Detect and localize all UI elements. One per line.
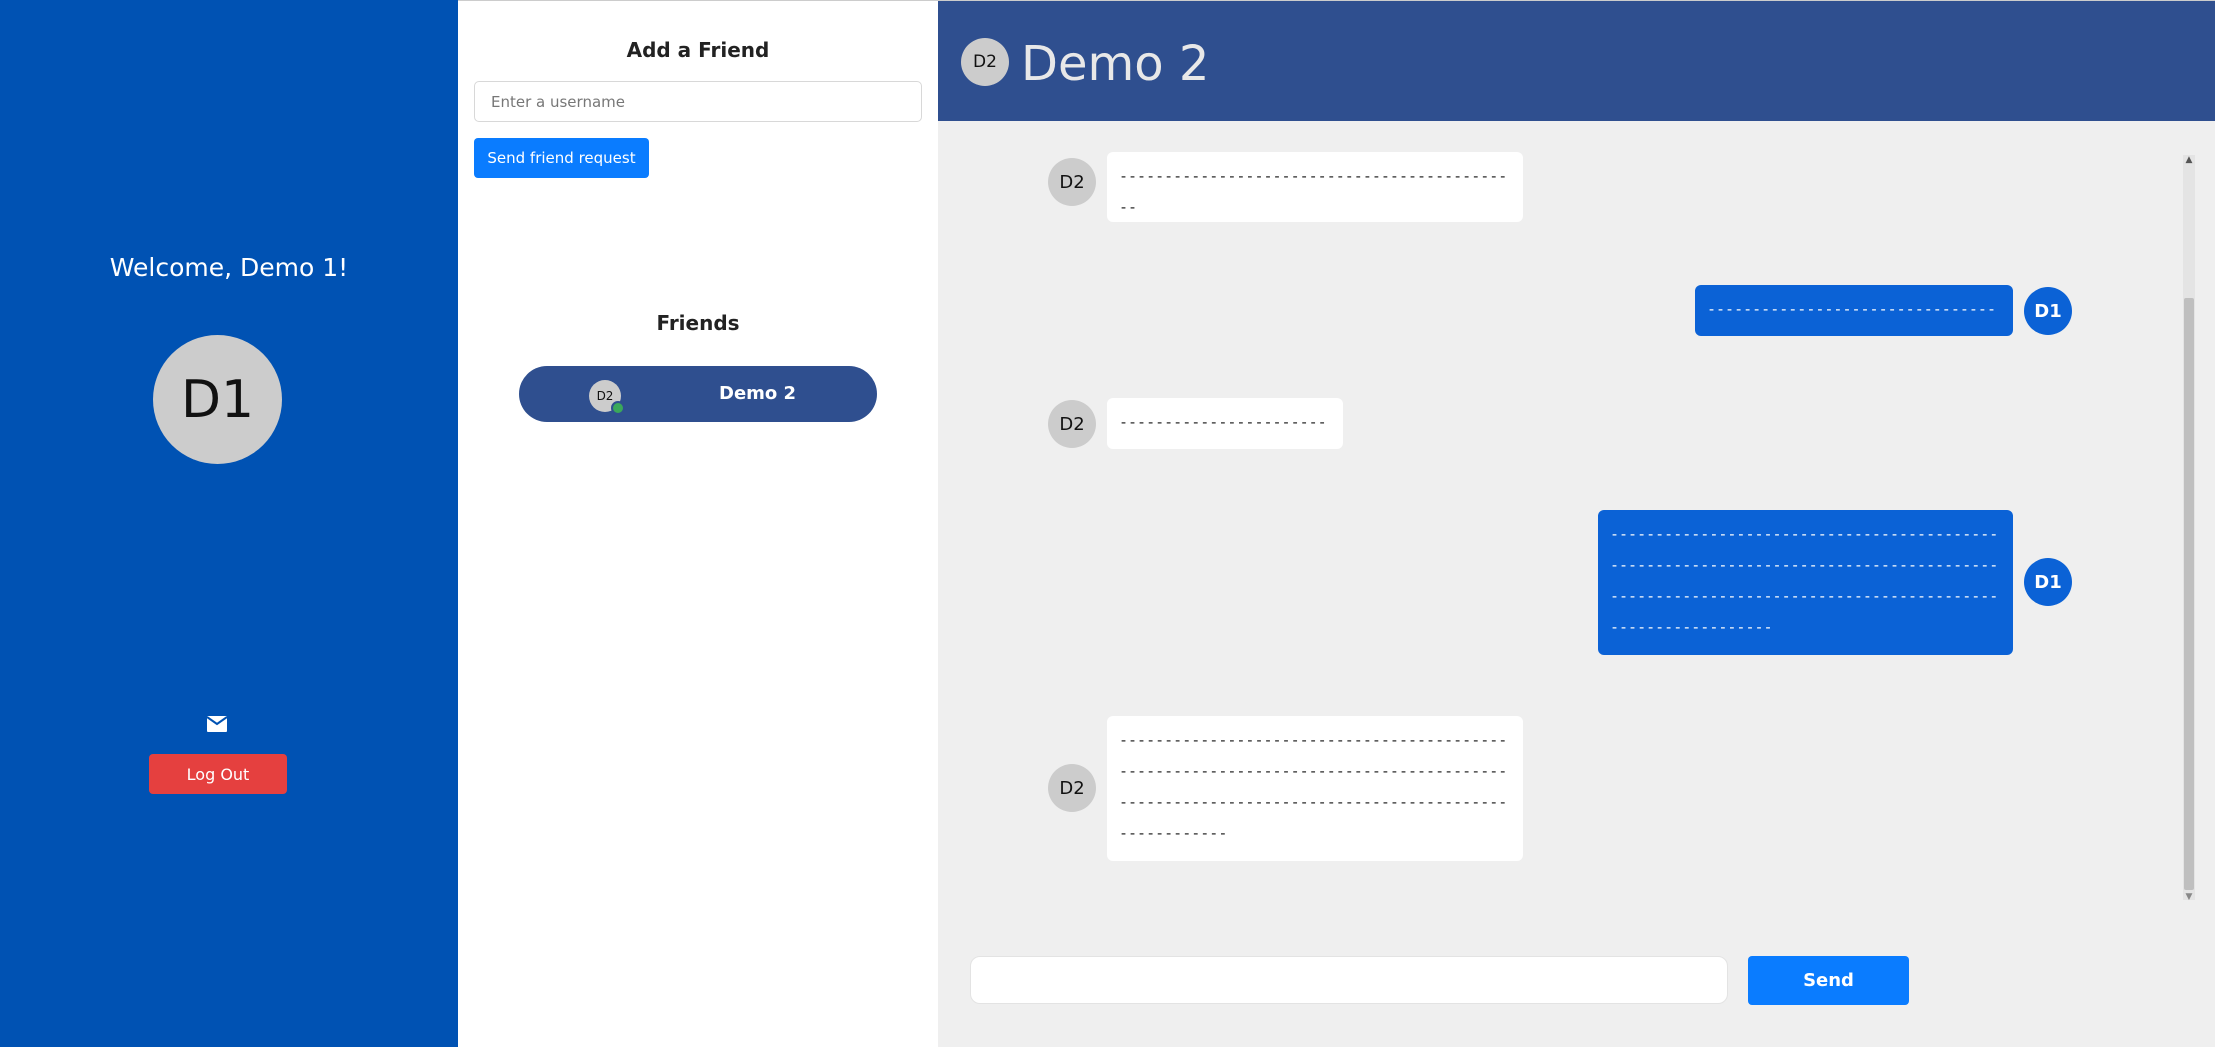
message-input[interactable]	[970, 956, 1728, 1004]
message-avatar: D1	[2024, 287, 2072, 335]
friend-name: Demo 2	[719, 383, 797, 404]
message-bubble: ----------------------------------------…	[1107, 152, 1523, 222]
message-bubble: -------------------------	[1107, 398, 1343, 449]
message-bubble: ----------------------------------------…	[1107, 716, 1523, 861]
message-bubble: ----------------------------------------…	[1598, 510, 2013, 655]
scroll-down-arrow-icon[interactable]: ▼	[2184, 891, 2194, 903]
friends-panel: Add a Friend Send friend request Friends…	[458, 0, 938, 1047]
friends-title: Friends	[656, 311, 740, 335]
message-bubble: -----------------------------------	[1695, 285, 2013, 336]
username-input[interactable]	[474, 81, 922, 122]
online-status-dot	[611, 401, 625, 415]
logout-button[interactable]: Log Out	[149, 754, 287, 794]
chat-partner-avatar: D2	[961, 38, 1009, 86]
message-avatar: D2	[1048, 400, 1096, 448]
chat-header: D2 Demo 2	[938, 0, 2215, 121]
chat-partner-name: Demo 2	[1021, 36, 1210, 92]
friend-item-demo-2[interactable]: D2 Demo 2	[519, 366, 877, 422]
scroll-up-arrow-icon[interactable]: ▲	[2184, 154, 2194, 166]
user-avatar: D1	[153, 335, 282, 464]
message-list[interactable]: D2 -------------------------------------…	[938, 121, 2192, 911]
envelope-icon[interactable]	[206, 714, 228, 734]
send-button[interactable]: Send	[1748, 956, 1909, 1005]
send-friend-request-button[interactable]: Send friend request	[474, 138, 649, 178]
message-avatar: D2	[1048, 764, 1096, 812]
scrollbar-thumb[interactable]	[2184, 298, 2194, 890]
message-avatar: D2	[1048, 158, 1096, 206]
message-avatar: D1	[2024, 558, 2072, 606]
welcome-text: Welcome, Demo 1!	[109, 253, 349, 282]
profile-panel: Welcome, Demo 1! D1 Log Out	[0, 0, 458, 1047]
add-friend-title: Add a Friend	[626, 38, 770, 62]
